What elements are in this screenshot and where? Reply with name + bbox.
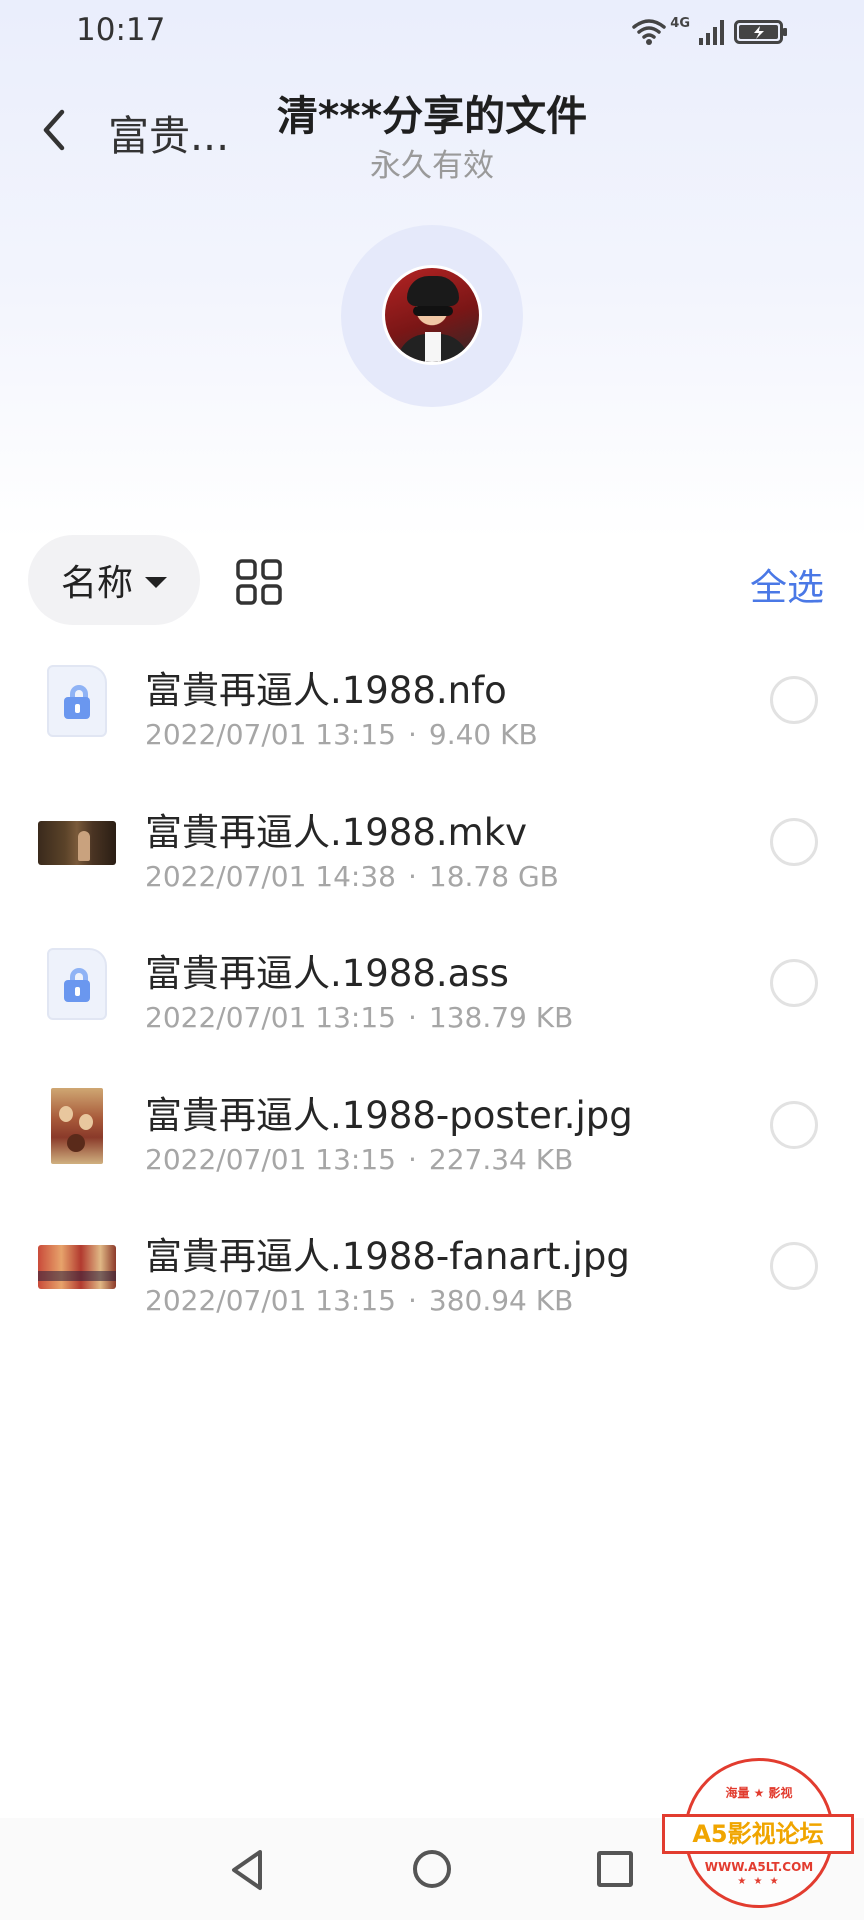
list-item[interactable]: 富貴再逼人.1988.ass 2022/07/01 13:15 · 138.79 K… — [0, 933, 864, 1075]
select-checkbox[interactable] — [770, 817, 818, 866]
sort-label: 名称 — [60, 563, 133, 604]
signal-icon — [699, 20, 724, 45]
nav-home-icon[interactable] — [413, 1850, 451, 1888]
sharer-avatar[interactable] — [382, 265, 482, 365]
fanart-thumbnail — [38, 1228, 116, 1306]
share-validity: 永久有效 — [370, 148, 494, 184]
caret-down-icon — [145, 576, 167, 588]
doc-lock-icon — [38, 945, 116, 1023]
file-name: 富貴再逼人.1988.mkv — [145, 810, 528, 854]
poster-thumbnail — [38, 1087, 116, 1165]
breadcrumb-folder[interactable]: 富贵... — [108, 102, 229, 162]
nav-recents-icon[interactable] — [597, 1851, 633, 1887]
file-meta: 2022/07/01 13:15 · 9.40 KB — [145, 718, 538, 751]
select-checkbox[interactable] — [770, 676, 818, 724]
select-checkbox[interactable] — [770, 1242, 818, 1290]
sort-button[interactable]: 名称 — [28, 535, 200, 625]
network-type-label: 4G — [670, 16, 690, 31]
file-meta: 2022/07/01 14:38 · 18.78 GB — [145, 859, 559, 893]
file-meta: 2022/07/01 13:15 · 138.79 KB — [145, 1001, 574, 1034]
file-name: 富貴再逼人.1988-poster.jpg — [145, 1093, 633, 1137]
file-name: 富貴再逼人.1988.ass — [145, 952, 509, 995]
nav-back-icon[interactable] — [226, 1848, 270, 1892]
status-bar: 10:17 4G — [0, 0, 864, 64]
list-item[interactable]: 富貴再逼人.1988.nfo 2022/07/01 13:15 · 9.40 KB — [0, 650, 864, 792]
file-meta: 2022/07/01 13:15 · 227.34 KB — [145, 1142, 574, 1176]
watermark-url: WWW.A5LT.COM — [704, 1860, 814, 1874]
select-all-button[interactable]: 全选 — [750, 557, 824, 611]
back-button[interactable] — [34, 100, 74, 160]
page-title: 清***分享的文件 — [276, 92, 588, 140]
list-item[interactable]: 富貴再逼人.1988-poster.jpg 2022/07/01 13:15 · 2… — [0, 1075, 864, 1217]
file-name: 富貴再逼人.1988.nfo — [145, 669, 507, 712]
battery-icon — [734, 20, 787, 44]
list-item[interactable]: 富貴再逼人.1988.mkv 2022/07/01 14:38 · 18.78 GB — [0, 792, 864, 934]
wifi-icon — [632, 19, 667, 45]
watermark-banner: A5影视论坛 — [662, 1814, 854, 1854]
file-toolbar: 名称 全选 — [0, 535, 864, 627]
watermark-stars: ★ ★ ★ — [737, 1876, 781, 1887]
select-checkbox[interactable] — [770, 959, 818, 1007]
watermark-top-text: 海量 ★ 影视 — [725, 1786, 793, 1800]
watermark-stamp: 海量 ★ 影视 A5影视论坛 WWW.A5LT.COM ★ ★ ★ — [660, 1758, 858, 1918]
video-thumbnail — [38, 804, 116, 882]
status-time: 10:17 — [76, 12, 166, 48]
list-item[interactable]: 富貴再逼人.1988-fanart.jpg 2022/07/01 13:15 · 3… — [0, 1216, 864, 1358]
status-icons: 4G — [632, 14, 788, 50]
select-checkbox[interactable] — [770, 1100, 818, 1149]
grid-view-icon[interactable] — [236, 559, 282, 605]
doc-lock-icon — [38, 662, 116, 740]
file-meta: 2022/07/01 13:15 · 380.94 KB — [145, 1284, 574, 1317]
file-list: 富貴再逼人.1988.nfo 2022/07/01 13:15 · 9.40 KB … — [0, 650, 864, 1358]
file-name: 富貴再逼人.1988-fanart.jpg — [145, 1235, 630, 1278]
